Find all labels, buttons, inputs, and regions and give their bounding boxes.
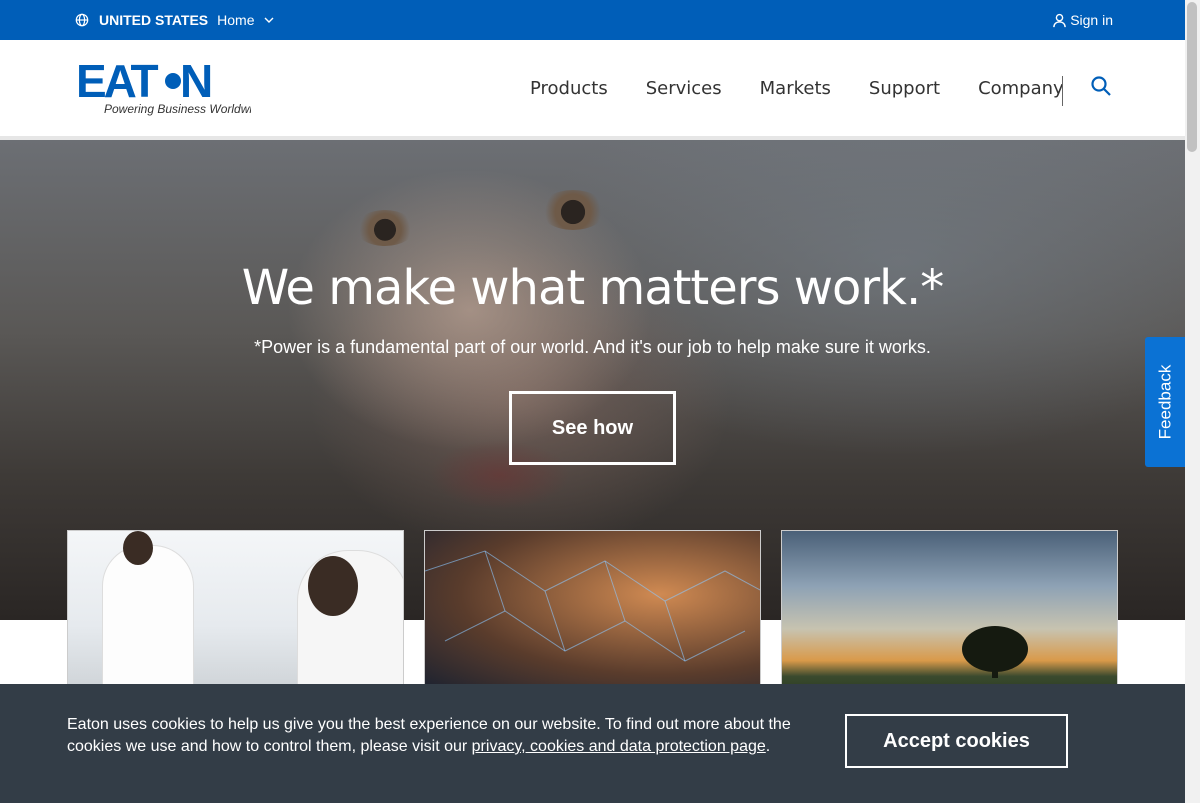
nav-markets[interactable]: Markets [760,78,831,99]
hero-subtitle: *Power is a fundamental part of our worl… [254,337,931,357]
feature-card-lab[interactable] [67,530,404,690]
utility-bar: UNITED STATES Home Sign in [0,0,1185,40]
user-icon [1053,13,1067,27]
feedback-tab[interactable]: Feedback [1145,337,1185,467]
nav-services[interactable]: Services [646,78,722,99]
nav-divider [1062,76,1063,106]
feedback-label: Feedback [1155,364,1175,440]
card-image-detail [308,556,358,616]
hero-image-detail [540,190,606,230]
country-label: UNITED STATES [99,12,209,28]
feature-card-vehicle[interactable] [424,530,761,690]
see-how-button[interactable]: See how [509,391,676,465]
eaton-logo[interactable]: EAT N Powering Business Worldwide [76,59,251,117]
cookie-banner: Eaton uses cookies to help us give you t… [0,684,1185,803]
nav-company[interactable]: Company [978,78,1064,99]
sign-in-label: Sign in [1070,12,1113,28]
nav-support[interactable]: Support [869,78,940,99]
hero-title: We make what matters work.* [241,260,944,316]
svg-text:EAT: EAT [76,59,158,107]
card-image-detail [123,531,153,565]
sign-in-link[interactable]: Sign in [1052,0,1113,40]
card-image-detail [992,666,998,678]
main-nav: Products Services Markets Support Compan… [530,78,1064,99]
feature-card-landscape[interactable] [781,530,1118,690]
globe-icon [75,13,89,27]
card-image-detail [103,546,193,689]
cookie-message: Eaton uses cookies to help us give you t… [67,714,817,758]
chevron-down-icon [264,17,274,23]
network-lines-graphic [425,550,760,662]
hero-image-detail [355,210,415,246]
country-selector[interactable]: UNITED STATES Home [75,0,274,40]
search-icon[interactable] [1090,75,1112,97]
svg-text:N: N [180,59,213,107]
cookie-text-after: . [765,738,771,755]
home-label: Home [217,12,255,28]
svg-text:Powering Business Worldwide: Powering Business Worldwide [104,102,251,116]
nav-products[interactable]: Products [530,78,608,99]
privacy-link[interactable]: privacy, cookies and data protection pag… [472,738,766,755]
scrollbar-thumb[interactable] [1187,2,1197,152]
accept-cookies-button[interactable]: Accept cookies [845,714,1068,768]
main-header: EAT N Powering Business Worldwide Produc… [0,40,1185,136]
